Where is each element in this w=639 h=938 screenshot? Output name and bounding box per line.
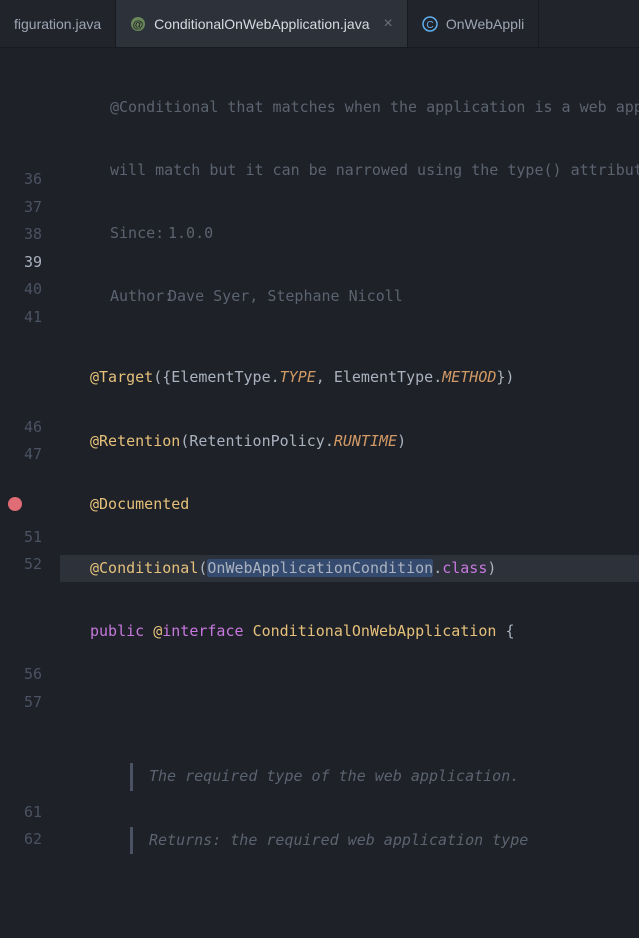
close-icon[interactable]: × bbox=[384, 15, 393, 33]
code-editor[interactable]: 36 37 38 39 40 41 46 47 51 52 56 57 61 6… bbox=[0, 48, 639, 938]
tab-label: figuration.java bbox=[14, 16, 101, 32]
annotation-icon: @ bbox=[130, 16, 146, 32]
javadoc-line: will match but it can be narrowed using … bbox=[60, 157, 639, 184]
code-line-38: @Documented bbox=[60, 491, 639, 519]
line-gutter: 36 37 38 39 40 41 46 47 51 52 56 57 61 6… bbox=[0, 48, 60, 938]
javadoc-block: Returns: the required web application ty… bbox=[60, 827, 639, 855]
code-line-40: public @interface ConditionalOnWebApplic… bbox=[60, 618, 639, 646]
javadoc-line: @Conditional that matches when the appli… bbox=[60, 94, 639, 121]
tab-file-3[interactable]: C OnWebAppli bbox=[408, 0, 539, 47]
tab-file-2[interactable]: @ ConditionalOnWebApplication.java × bbox=[116, 0, 408, 47]
class-icon: C bbox=[422, 16, 438, 32]
code-area[interactable]: @Conditional that matches when the appli… bbox=[60, 48, 639, 938]
tab-label: OnWebAppli bbox=[446, 16, 524, 32]
svg-text:@: @ bbox=[133, 19, 144, 31]
editor-tabs: figuration.java @ ConditionalOnWebApplic… bbox=[0, 0, 639, 48]
svg-text:C: C bbox=[426, 20, 433, 31]
javadoc-author: Author:Dave Syer, Stephane Nicoll bbox=[60, 283, 639, 310]
code-line-36: @Target({ElementType.TYPE, ElementType.M… bbox=[60, 364, 639, 392]
tab-label: ConditionalOnWebApplication.java bbox=[154, 16, 369, 32]
code-line-37: @Retention(RetentionPolicy.RUNTIME) bbox=[60, 428, 639, 456]
breakpoint-icon[interactable] bbox=[8, 497, 22, 511]
blank bbox=[60, 890, 639, 918]
code-line-39: @Conditional(OnWebApplicationCondition.c… bbox=[60, 555, 639, 583]
tab-file-1[interactable]: figuration.java bbox=[0, 0, 116, 47]
javadoc-since: Since:1.0.0 bbox=[60, 220, 639, 247]
code-line-41 bbox=[60, 682, 639, 710]
javadoc-block: The required type of the web application… bbox=[60, 763, 639, 791]
